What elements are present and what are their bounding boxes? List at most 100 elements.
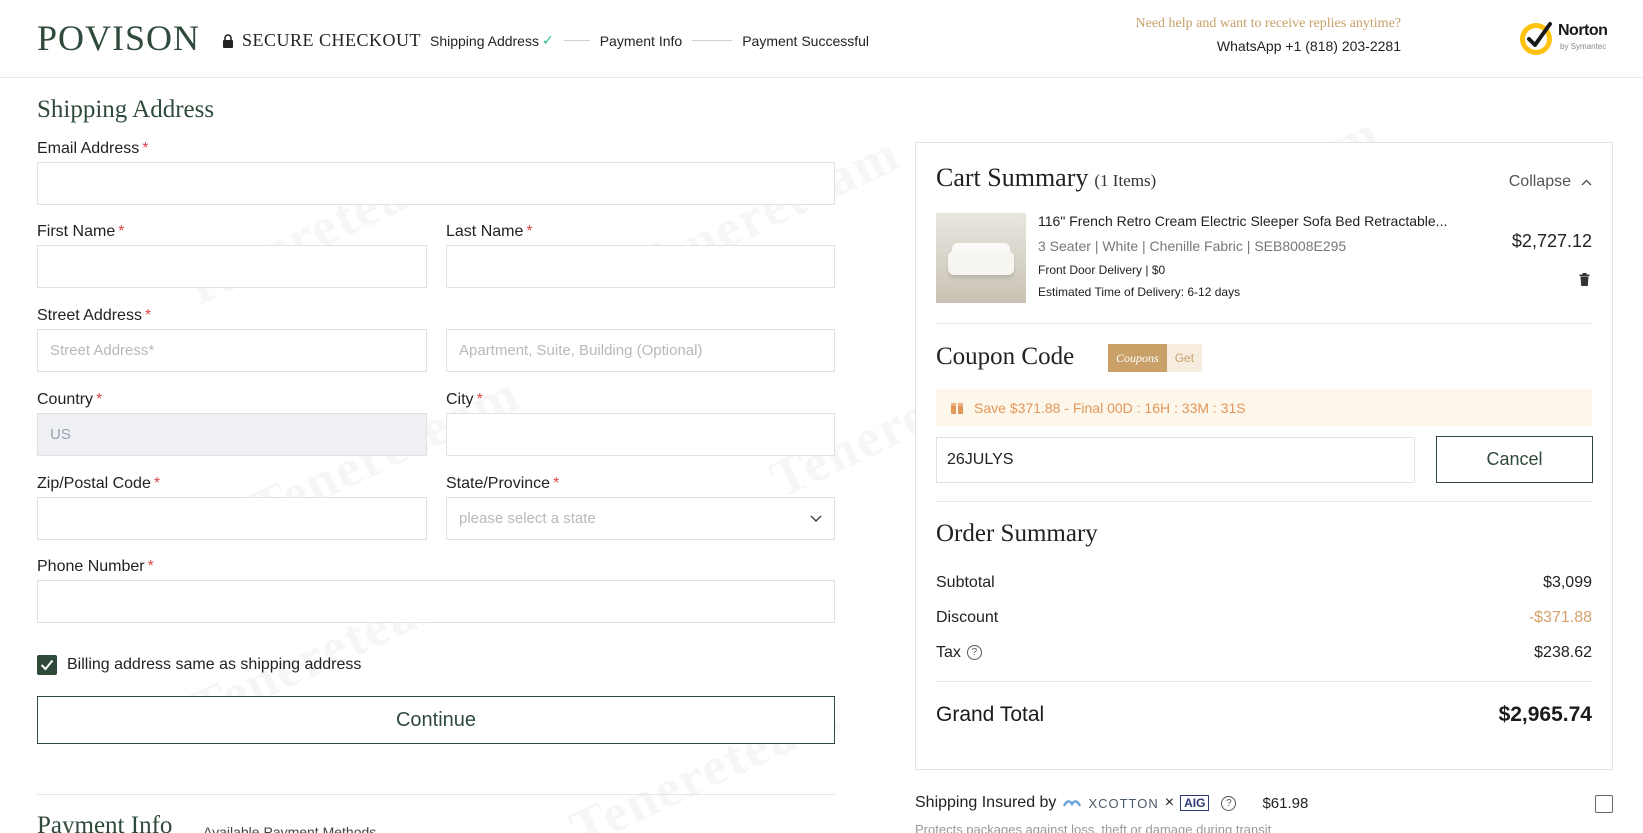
coupon-title: Coupon Code bbox=[936, 343, 1075, 370]
tax-label-wrap: Tax? bbox=[936, 644, 982, 662]
phone-label: Phone Number * bbox=[37, 558, 154, 575]
shipping-title: Shipping Address bbox=[37, 96, 215, 123]
email-field[interactable] bbox=[37, 162, 835, 205]
subtotal-value: $3,099 bbox=[1543, 574, 1592, 591]
get-coupons-button[interactable]: Coupons Get bbox=[1108, 344, 1203, 372]
first-name-label: First Name * bbox=[37, 223, 125, 240]
grand-total-value: $2,965.74 bbox=[1498, 703, 1592, 726]
last-name-label: Last Name * bbox=[446, 223, 533, 240]
collapse-label: Collapse bbox=[1508, 173, 1571, 190]
insurance-note: Protects packages against loss, theft or… bbox=[915, 822, 1272, 833]
billing-same-row[interactable]: Billing address same as shipping address bbox=[37, 655, 361, 675]
phone-field[interactable] bbox=[37, 580, 835, 623]
country-field[interactable]: US bbox=[37, 413, 427, 456]
coupon-icon bbox=[951, 402, 963, 414]
billing-same-checkbox[interactable] bbox=[37, 655, 57, 675]
email-label: Email Address * bbox=[37, 140, 149, 157]
city-label: City * bbox=[446, 391, 483, 408]
shipping-insurance-row: Shipping Insured by XCOTTON × AIG ? $61.… bbox=[915, 794, 1613, 813]
section-divider bbox=[37, 794, 835, 795]
discount-value: -$371.88 bbox=[1528, 609, 1592, 626]
coupons-badge-get: Get bbox=[1166, 344, 1203, 372]
norton-badge: Norton by Symantec bbox=[1518, 16, 1614, 60]
secure-checkout-label: SECURE CHECKOUT bbox=[242, 30, 422, 50]
secure-checkout: SECURE CHECKOUT bbox=[222, 30, 421, 51]
step-shipping: Shipping Address bbox=[430, 32, 539, 49]
divider bbox=[936, 681, 1592, 682]
order-summary-title: Order Summary bbox=[936, 520, 1098, 547]
collapse-button[interactable]: Collapse bbox=[1509, 173, 1592, 191]
whatsapp-link[interactable]: WhatsApp +1 (818) 203-2281 bbox=[1136, 38, 1401, 54]
cancel-coupon-button[interactable]: Cancel bbox=[1436, 436, 1593, 483]
payment-title: Payment Info bbox=[37, 812, 173, 833]
header: POVISON SECURE CHECKOUT Shipping Address… bbox=[0, 0, 1643, 78]
divider bbox=[936, 323, 1592, 324]
country-label: Country * bbox=[37, 391, 103, 408]
insurance-label: Shipping Insured by bbox=[915, 794, 1057, 811]
cart-title: Cart Summary (1 Items) bbox=[936, 163, 1157, 192]
subtotal-label: Subtotal bbox=[936, 574, 995, 591]
city-field[interactable] bbox=[446, 413, 835, 456]
product-thumbnail[interactable] bbox=[936, 213, 1026, 303]
insurance-checkbox[interactable] bbox=[1595, 795, 1613, 813]
first-name-field[interactable] bbox=[37, 245, 427, 288]
step-divider bbox=[563, 40, 590, 41]
street-placeholder: Street Address* bbox=[50, 342, 155, 359]
product-price: $2,727.12 bbox=[1511, 231, 1592, 251]
help-contact: Need help and want to receive replies an… bbox=[1136, 16, 1402, 54]
product-delivery: Front Door Delivery | $0 bbox=[1038, 263, 1166, 277]
coupon-code-input[interactable]: 26JULYS bbox=[936, 437, 1415, 483]
state-select[interactable]: please select a state bbox=[446, 497, 835, 540]
lock-icon bbox=[222, 33, 234, 48]
last-name-field[interactable] bbox=[446, 245, 835, 288]
zip-field[interactable] bbox=[37, 497, 427, 540]
payment-subtitle: Available Payment Methods bbox=[203, 824, 377, 833]
help-question: Need help and want to receive replies an… bbox=[1135, 16, 1402, 31]
grand-total-label: Grand Total bbox=[936, 703, 1045, 726]
product-specs: 3 Seater | White | Chenille Fabric | SEB… bbox=[1038, 238, 1347, 254]
coupon-countdown: Save $371.88 - Final 00D : 16H : 33M : 3… bbox=[936, 389, 1592, 426]
norton-name: Norton bbox=[1558, 22, 1608, 39]
tax-row: Tax? $238.62 bbox=[936, 644, 1592, 662]
country-value: US bbox=[50, 426, 71, 443]
chevron-up-icon bbox=[1581, 179, 1592, 185]
subtotal-row: Subtotal $3,099 bbox=[936, 574, 1592, 592]
xcotton-logo-icon bbox=[1063, 800, 1082, 807]
street-label: Street Address * bbox=[37, 307, 152, 324]
product-title[interactable]: 116" French Retro Cream Electric Sleeper… bbox=[1038, 213, 1447, 229]
tax-value: $238.62 bbox=[1534, 644, 1592, 661]
insurance-provider: XCOTTON bbox=[1088, 795, 1159, 811]
help-icon[interactable]: ? bbox=[1221, 795, 1237, 811]
logo[interactable]: POVISON bbox=[37, 17, 200, 59]
state-placeholder: please select a state bbox=[459, 510, 596, 527]
apartment-placeholder: Apartment, Suite, Building (Optional) bbox=[459, 342, 703, 359]
street-field[interactable]: Street Address* bbox=[37, 329, 427, 372]
insurance-price: $61.98 bbox=[1262, 794, 1309, 812]
continue-button[interactable]: Continue bbox=[37, 696, 835, 744]
chevron-down-icon bbox=[810, 512, 822, 526]
trash-icon[interactable] bbox=[1579, 273, 1590, 291]
step-divider bbox=[692, 40, 733, 41]
billing-same-label: Billing address same as shipping address bbox=[67, 656, 362, 673]
product-eta: Estimated Time of Delivery: 6-12 days bbox=[1038, 285, 1241, 299]
discount-row: Discount -$371.88 bbox=[936, 609, 1592, 627]
norton-check-icon bbox=[1520, 22, 1552, 55]
cart-count: (1 Items) bbox=[1094, 171, 1157, 190]
coupons-badge-label: Coupons bbox=[1108, 344, 1167, 372]
coupon-save-text: Save $371.88 - Final 00D : 16H : 33M : 3… bbox=[974, 399, 1246, 416]
norton-sub: by Symantec bbox=[1560, 42, 1607, 51]
check-icon: ✓ bbox=[541, 32, 554, 48]
step-payment: Payment Info bbox=[599, 32, 683, 49]
cart-summary-panel: Cart Summary (1 Items) Collapse 116" Fren… bbox=[915, 142, 1613, 770]
apartment-field[interactable]: Apartment, Suite, Building (Optional) bbox=[446, 329, 835, 372]
discount-label: Discount bbox=[936, 609, 999, 626]
coupon-code-value: 26JULYS bbox=[947, 451, 1014, 468]
state-label: State/Province * bbox=[446, 475, 560, 492]
tax-label: Tax bbox=[936, 644, 961, 661]
aig-logo: AIG bbox=[1180, 795, 1210, 811]
grand-total-row: Grand Total $2,965.74 bbox=[936, 703, 1592, 727]
divider bbox=[936, 501, 1592, 502]
insurance-times: × bbox=[1164, 794, 1175, 811]
checkout-steps: Shipping Address ✓ Payment Info Payment … bbox=[430, 32, 869, 49]
help-icon[interactable]: ? bbox=[966, 645, 982, 661]
